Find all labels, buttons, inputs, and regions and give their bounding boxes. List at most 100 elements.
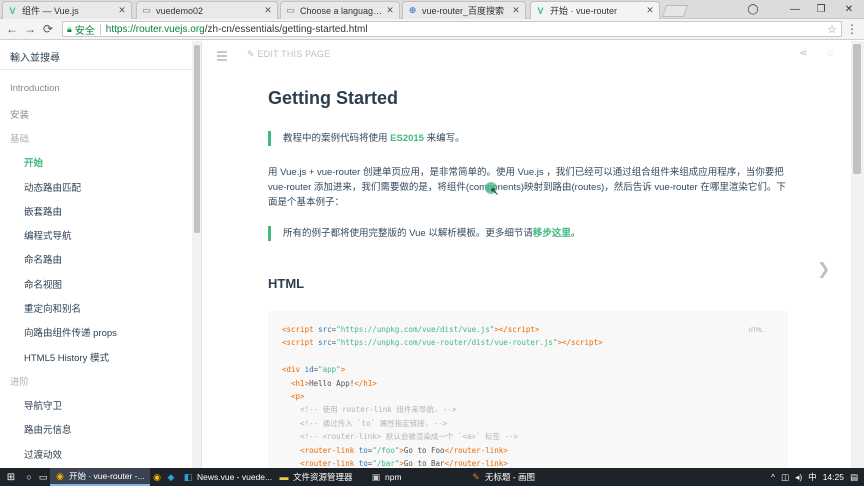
close-icon[interactable]: ✕: [645, 5, 655, 16]
sidebar-search-input[interactable]: 輸入並搜尋: [10, 49, 180, 64]
lock-icon: 🔒︎: [67, 23, 72, 34]
taskbar-item-vscode[interactable]: ◧ News.vue - vuede...: [178, 468, 274, 486]
intro-paragraph: 用 Vue.js + vue-router 创建单页应用，是非常简单的。使用 V…: [268, 167, 786, 208]
section-heading-html: HTML: [268, 276, 305, 291]
sidebar-heading-basics: 基础: [10, 134, 30, 145]
minimize-icon[interactable]: —: [782, 0, 808, 19]
sidebar-item-nested-routes[interactable]: 嵌套路由: [24, 204, 62, 218]
folder-icon: ▬: [279, 472, 289, 482]
code-string: "https://unpkg.com/vue/dist/vue.js": [336, 325, 495, 334]
clock[interactable]: 14:25: [823, 472, 844, 482]
github-icon[interactable]: ◌: [827, 48, 833, 59]
divider: [99, 23, 101, 35]
close-icon[interactable]: ✕: [385, 5, 395, 16]
browser-tab[interactable]: ▭ vuedemo02 ✕: [136, 1, 278, 19]
url-host: https://router.vuejs.org: [105, 23, 205, 35]
edit-page-link[interactable]: ✎ EDIT THIS PAGE: [247, 49, 330, 60]
close-icon[interactable]: ✕: [511, 5, 521, 16]
windows-start-icon[interactable]: ⊞: [0, 468, 22, 486]
taskbar-item-paint[interactable]: ✎ 无标题 - 画图: [466, 468, 556, 486]
document-icon: ▭: [286, 5, 295, 15]
browser-tab[interactable]: ⊕ vue-router_百度搜索 ✕: [402, 1, 526, 19]
notification-icon[interactable]: ▤: [850, 472, 858, 483]
code-block: <script src="https://unpkg.com/vue/dist/…: [268, 311, 788, 468]
es2015-link[interactable]: ES2015: [390, 133, 424, 144]
code-text: Hello App!: [309, 378, 355, 388]
code-comment: <!-- 通过传入 `to` 属性指定链接. -->: [300, 418, 448, 428]
sidebar-item-navigation[interactable]: 编程式导航: [24, 228, 72, 242]
edit-page-label: EDIT THIS PAGE: [257, 49, 331, 59]
browser-tab-active[interactable]: V 开始 · vue-router ✕: [530, 1, 660, 19]
close-icon[interactable]: ✕: [117, 5, 127, 16]
sidebar-item-named-views[interactable]: 命名视图: [24, 277, 62, 291]
search-icon[interactable]: ○: [22, 468, 36, 486]
browser-tab-strip: V 组件 — Vue.js ✕ ▭ vuedemo02 ✕ ▭ Choose a…: [0, 0, 864, 19]
vue-logo-icon: V: [537, 5, 544, 16]
new-tab-button[interactable]: [661, 5, 689, 17]
sidebar-item-navigation-guards[interactable]: 导航守卫: [24, 398, 62, 412]
code-comment: <!-- <router-link> 默认会被渲染成一个 `<a>` 标签 --…: [300, 432, 519, 442]
network-icon[interactable]: ◫: [781, 472, 789, 483]
code-string: "/foo": [372, 445, 400, 455]
window-close-icon[interactable]: ✕: [836, 0, 862, 19]
task-view-icon[interactable]: ▭: [36, 468, 50, 486]
sidebar-item-passing-props[interactable]: 向路由组件传递 props: [24, 325, 117, 339]
tab-title: vue-router_百度搜索: [422, 6, 505, 16]
menu-icon[interactable]: [217, 51, 227, 63]
browser-tab[interactable]: ▭ Choose a language · vu ✕: [280, 1, 400, 19]
divider: [0, 69, 192, 70]
taskbar-item-chrome[interactable]: ◉ 开始 · vue-router -...: [50, 468, 150, 486]
maximize-icon[interactable]: ❐: [808, 0, 834, 19]
tab-title: Choose a language · vu: [300, 5, 385, 16]
reload-icon[interactable]: ⟳: [39, 20, 57, 38]
sidebar-item-getting-started[interactable]: 开始: [24, 155, 43, 169]
tray-chevron-icon[interactable]: ^: [771, 472, 775, 482]
sidebar-item-introduction[interactable]: Introduction: [10, 83, 60, 94]
address-bar[interactable]: 🔒︎ 安全 https://router.vuejs.org /zh-cn/es…: [62, 21, 842, 37]
app-icon[interactable]: ◆: [164, 468, 178, 486]
browser-toolbar: ← → ⟳ 🔒︎ 安全 https://router.vuejs.org /zh…: [0, 19, 864, 40]
browser-menu-icon[interactable]: ⋮: [846, 22, 858, 36]
volume-icon[interactable]: ◂): [795, 472, 802, 483]
browser-tab[interactable]: V 组件 — Vue.js ✕: [2, 1, 132, 19]
code-text: Go to Bar: [403, 459, 445, 468]
sidebar-item-route-meta[interactable]: 路由元信息: [24, 422, 72, 436]
tab-title: 开始 · vue-router: [550, 6, 618, 16]
sidebar-item-redirect-alias[interactable]: 重定向和别名: [24, 301, 81, 315]
sidebar-item-dynamic-matching[interactable]: 动态路由匹配: [24, 180, 81, 194]
next-page-arrow-icon[interactable]: ❯: [817, 259, 830, 279]
bookmark-star-icon[interactable]: ☆: [827, 23, 837, 36]
sidebar-scroll-thumb[interactable]: [194, 45, 200, 233]
ime-indicator[interactable]: 中: [808, 471, 817, 483]
secure-indicator[interactable]: 🔒︎ 安全: [67, 22, 95, 37]
taskbar-item-npm[interactable]: ▣ npm: [366, 468, 466, 486]
profile-icon[interactable]: ◯: [740, 0, 766, 19]
paint-icon: ✎: [472, 471, 480, 482]
code-string: "https://unpkg.com/vue-router/dist/vue-r…: [336, 338, 558, 348]
taskbar-label: 无标题 - 画图: [485, 472, 536, 482]
system-tray: ^ ◫ ◂) 中 14:25 ▤: [765, 468, 858, 486]
chrome-icon[interactable]: ◉: [150, 468, 164, 486]
sidebar-item-history-mode[interactable]: HTML5 History 模式: [24, 350, 109, 364]
page-scroll-thumb[interactable]: [853, 44, 861, 174]
mouse-cursor-icon: ↖: [490, 186, 500, 198]
code-text: Go to Foo: [403, 445, 445, 455]
back-arrow-icon[interactable]: ←: [3, 20, 21, 38]
page-title: Getting Started: [268, 88, 399, 108]
sidebar-item-named-routes[interactable]: 命名路由: [24, 252, 62, 266]
tab-title: 组件 — Vue.js: [22, 6, 79, 16]
share-icon[interactable]: ⋖: [799, 48, 807, 59]
tip-text: 。: [570, 228, 581, 239]
taskbar-label: News.vue - vuede...: [197, 472, 273, 482]
taskbar-label: 文件资源管理器: [293, 472, 353, 482]
forward-arrow-icon[interactable]: →: [21, 20, 39, 38]
document-icon: ▭: [142, 5, 151, 15]
more-details-link[interactable]: 移步这里: [533, 228, 571, 239]
close-icon[interactable]: ✕: [263, 5, 273, 16]
code-comment: <!-- 使用 router-link 组件来导航. -->: [300, 405, 457, 415]
taskbar-item-explorer[interactable]: ▬ 文件资源管理器: [274, 468, 366, 486]
tip-text: 教程中的案例代码将使用: [283, 133, 391, 144]
sidebar-item-installation[interactable]: 安装: [10, 107, 29, 121]
tip-text: 所有的例子都将使用完整版的 Vue 以解析模板。更多细节请: [283, 228, 533, 239]
sidebar-item-transitions[interactable]: 过渡动效: [24, 447, 62, 461]
